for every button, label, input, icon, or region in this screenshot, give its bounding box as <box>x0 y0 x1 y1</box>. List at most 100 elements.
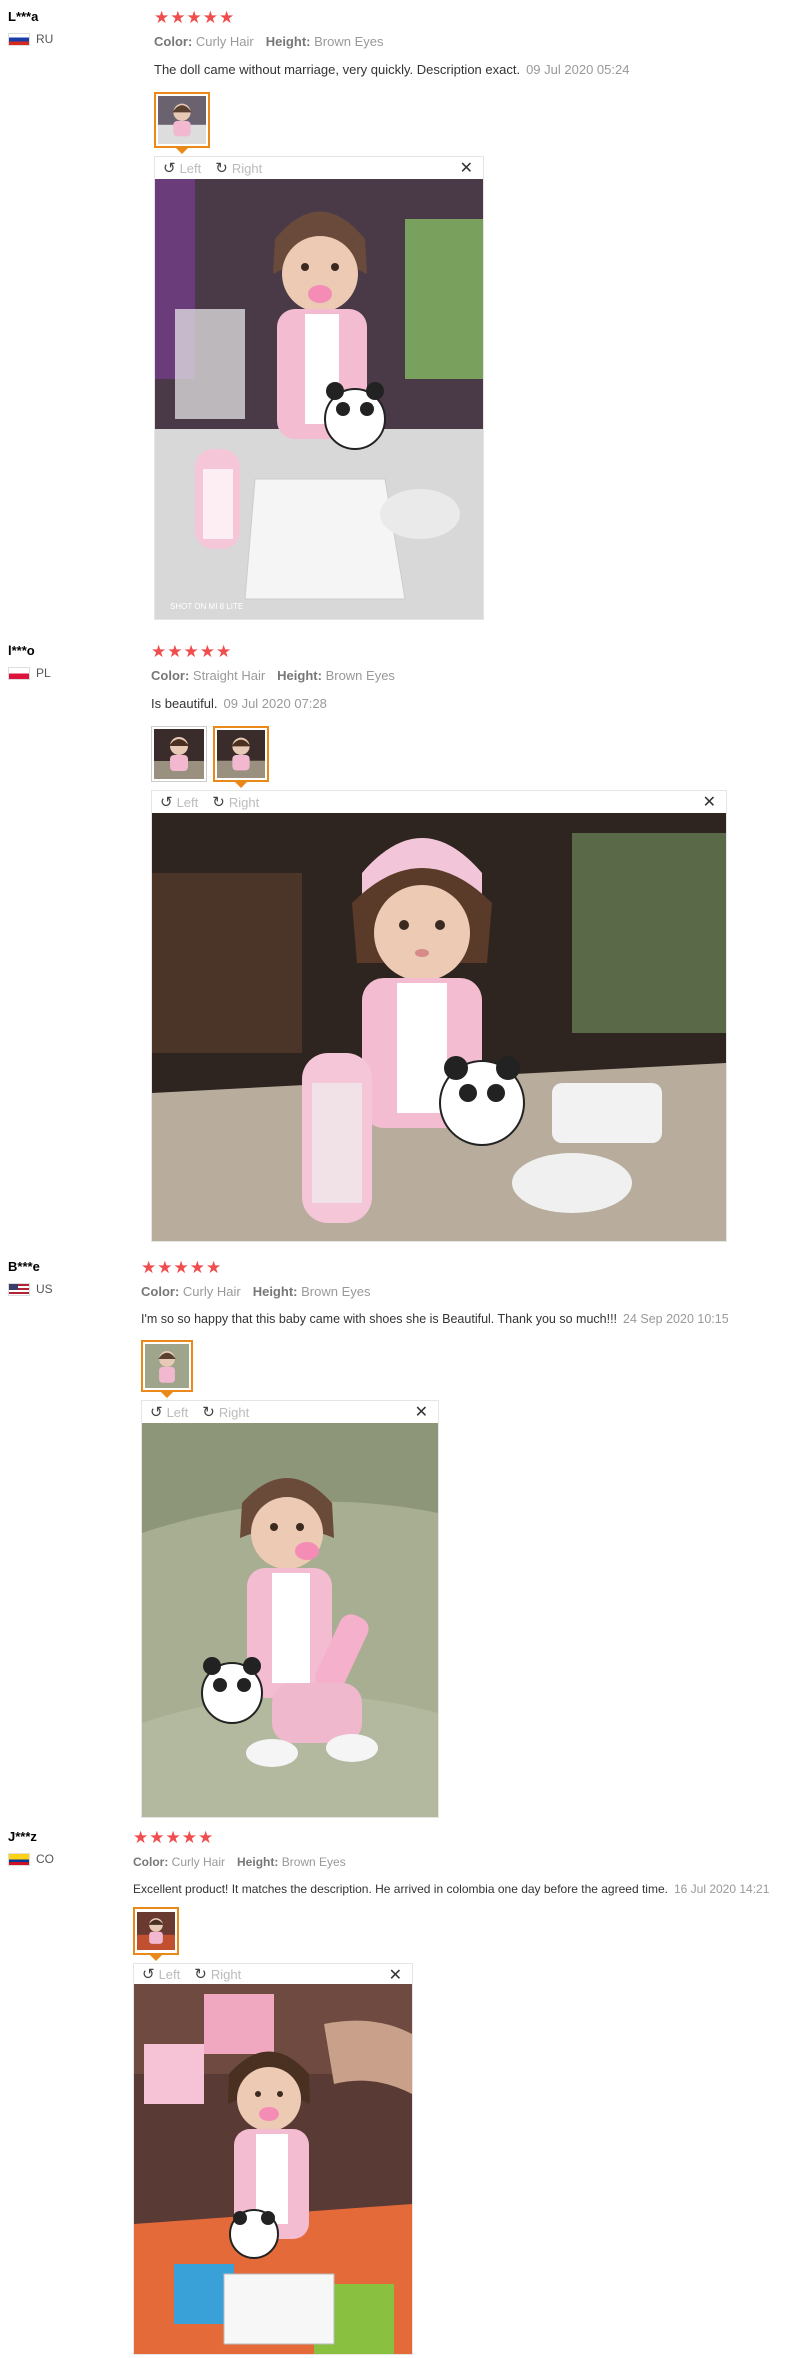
review-photo: SHOT ON MI 8 LITE <box>155 179 483 619</box>
flag-co-icon <box>8 1852 30 1866</box>
photo-thumbnail[interactable] <box>213 726 269 788</box>
reviewer-info: l***o PL <box>8 642 128 680</box>
rotate-right-label: Right <box>231 160 263 176</box>
height-label: Height: <box>277 668 322 683</box>
reviewer-info: L***a RU <box>8 8 128 46</box>
thumbnail-image <box>158 96 206 144</box>
review-text-row: Is beautiful. 09 Jul 2020 07:28 <box>151 695 781 712</box>
rotate-right-button[interactable]: ↻ Right <box>194 1965 241 1983</box>
photo-watermark: SHOT ON MI 8 LITE <box>170 602 243 611</box>
rotate-left-icon: ↺ <box>150 1404 163 1421</box>
reviewer-name: J***z <box>8 1829 37 1844</box>
rotate-right-icon: ↻ <box>194 1966 207 1983</box>
photo-thumbnail[interactable] <box>151 726 207 782</box>
rotate-right-button[interactable]: ↻ Right <box>202 1403 249 1421</box>
country-code: RU <box>36 32 54 46</box>
rotate-right-label: Right <box>210 1966 242 1982</box>
height-value: Brown Eyes <box>314 34 384 49</box>
photo-viewer: ↺ Left ↻ Right ✕ <box>151 790 727 1242</box>
color-value: Curly Hair <box>195 34 254 49</box>
reviewer-country: RU <box>8 32 128 46</box>
review-attributes: Color: Curly Hair Height: Brown Eyes <box>154 34 784 50</box>
thumbnail-image <box>154 729 204 779</box>
rotate-left-button[interactable]: ↺ Left <box>163 159 201 177</box>
photo-thumbnail[interactable] <box>154 92 210 154</box>
review-text: The doll came without marriage, very qui… <box>154 62 521 77</box>
rotate-right-label: Right <box>228 794 260 810</box>
viewer-toolbar: ↺ Left ↻ Right ✕ <box>142 1401 438 1423</box>
review-attributes: Color: Straight Hair Height: Brown Eyes <box>151 668 781 684</box>
reviewer-name: B***e <box>8 1259 40 1274</box>
close-icon[interactable]: ✕ <box>703 792 716 812</box>
color-value: Curly Hair <box>171 1855 226 1869</box>
photo-thumbnails <box>141 1340 791 1398</box>
review-date: 09 Jul 2020 05:24 <box>526 62 630 77</box>
close-icon[interactable]: ✕ <box>415 1402 428 1422</box>
close-icon[interactable]: ✕ <box>389 1965 402 1985</box>
rotate-left-label: Left <box>158 1966 181 1982</box>
reviewer-name: l***o <box>8 643 35 658</box>
rotate-right-button[interactable]: ↻ Right <box>212 793 259 811</box>
thumbnail-image <box>217 730 265 778</box>
photo-thumbnails <box>133 1907 793 1961</box>
review-attributes: Color: Curly Hair Height: Brown Eyes <box>133 1854 793 1870</box>
rotate-left-label: Left <box>179 160 202 176</box>
rotate-left-label: Left <box>166 1404 189 1420</box>
rotate-left-button[interactable]: ↺ Left <box>142 1965 180 1983</box>
photo-viewer: ↺ Left ↻ Right ✕ <box>154 156 484 620</box>
star-rating: ★★★★★ <box>141 1258 223 1277</box>
reviewer-info: J***z CO <box>8 1828 128 1866</box>
reviewer-info: B***e US <box>8 1258 128 1296</box>
review-text-row: I'm so so happy that this baby came with… <box>141 1311 791 1328</box>
photo-viewer: ↺ Left ↻ Right ✕ <box>141 1400 439 1818</box>
rotate-right-icon: ↻ <box>212 794 225 811</box>
viewer-toolbar: ↺ Left ↻ Right ✕ <box>134 1964 412 1984</box>
rotate-right-label: Right <box>218 1404 250 1420</box>
review-text: I'm so so happy that this baby came with… <box>141 1312 618 1326</box>
reviewer-country: US <box>8 1282 128 1296</box>
height-value: Brown Eyes <box>325 668 395 683</box>
reviewer-name: L***a <box>8 9 39 24</box>
country-code: PL <box>36 666 51 680</box>
rotate-left-label: Left <box>176 794 199 810</box>
rotate-right-icon: ↻ <box>215 160 228 177</box>
photo-thumbnail[interactable] <box>133 1907 179 1961</box>
review-text: Is beautiful. <box>151 696 218 711</box>
photo-thumbnails <box>151 726 781 788</box>
color-label: Color: <box>151 668 190 683</box>
review-content: ★★★★★ Color: Curly Hair Height: Brown Eye… <box>133 1828 793 2355</box>
color-label: Color: <box>154 34 193 49</box>
viewer-toolbar: ↺ Left ↻ Right ✕ <box>152 791 726 813</box>
rotate-left-button[interactable]: ↺ Left <box>150 1403 188 1421</box>
viewer-toolbar: ↺ Left ↻ Right ✕ <box>155 157 483 179</box>
height-label: Height: <box>265 34 311 49</box>
review-photo <box>142 1423 438 1817</box>
review-date: 09 Jul 2020 07:28 <box>223 696 327 711</box>
flag-pl-icon <box>8 666 30 680</box>
review-photo <box>152 813 726 1241</box>
flag-us-icon <box>8 1282 30 1296</box>
flag-ru-icon <box>8 32 30 46</box>
star-rating: ★★★★★ <box>133 1828 215 1847</box>
review-content: ★★★★★ Color: Straight Hair Height: Brown … <box>151 642 781 1242</box>
review-content: ★★★★★ Color: Curly Hair Height: Brown Eye… <box>154 8 784 620</box>
photo-thumbnail[interactable] <box>141 1340 193 1398</box>
rotate-right-button[interactable]: ↻ Right <box>215 159 262 177</box>
photo-viewer: ↺ Left ↻ Right ✕ <box>133 1963 413 2355</box>
review-text-row: The doll came without marriage, very qui… <box>154 61 784 78</box>
color-value: Curly Hair <box>182 1284 241 1299</box>
review-text: Excellent product! It matches the descri… <box>133 1882 668 1896</box>
reviewer-country: CO <box>8 1852 128 1866</box>
star-rating: ★★★★★ <box>154 8 236 27</box>
review-photo <box>134 1984 412 2354</box>
rotate-left-icon: ↺ <box>142 1966 155 1983</box>
height-label: Height: <box>237 1855 279 1869</box>
review-text-row: Excellent product! It matches the descri… <box>133 1881 793 1897</box>
review-date: 24 Sep 2020 10:15 <box>623 1312 729 1326</box>
rotate-left-icon: ↺ <box>160 794 173 811</box>
reviewer-country: PL <box>8 666 128 680</box>
review-date: 16 Jul 2020 14:21 <box>673 1882 770 1896</box>
rotate-left-button[interactable]: ↺ Left <box>160 793 198 811</box>
close-icon[interactable]: ✕ <box>460 158 473 178</box>
height-value: Brown Eyes <box>301 1284 371 1299</box>
